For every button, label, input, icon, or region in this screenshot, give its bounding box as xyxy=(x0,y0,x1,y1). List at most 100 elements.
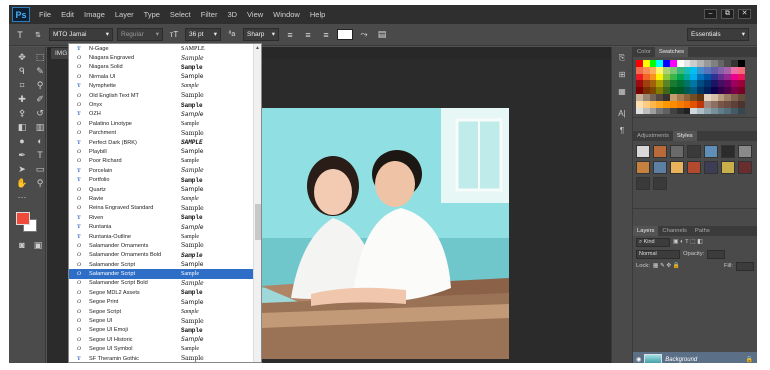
swatch[interactable] xyxy=(731,80,738,88)
swatch[interactable] xyxy=(710,93,718,101)
style-preset[interactable] xyxy=(653,145,667,159)
swatch[interactable] xyxy=(669,80,677,88)
swatch[interactable] xyxy=(683,107,691,115)
style-preset[interactable] xyxy=(738,161,752,175)
swatch[interactable] xyxy=(636,107,643,115)
properties-icon[interactable]: ⊞ xyxy=(615,69,629,81)
font-list-item[interactable]: O Segoe UI Sample xyxy=(69,316,261,325)
swatch[interactable] xyxy=(731,60,738,67)
swatch[interactable] xyxy=(642,100,650,108)
quick-mask-icon[interactable]: ◙ xyxy=(15,239,29,252)
swatch[interactable] xyxy=(717,93,725,101)
swatch[interactable] xyxy=(676,87,684,94)
font-list-item[interactable]: T Nymphette Sample xyxy=(69,82,261,91)
font-list-item[interactable]: T Runtania Sample xyxy=(69,222,261,231)
swatch[interactable] xyxy=(656,93,664,101)
antialias-field[interactable]: Sharp ▾ xyxy=(243,28,279,41)
style-preset[interactable] xyxy=(653,177,667,191)
swatch[interactable] xyxy=(683,73,691,81)
swatch[interactable] xyxy=(663,66,670,74)
move-tool-icon[interactable]: ✥ xyxy=(15,51,29,64)
swatch[interactable] xyxy=(724,87,732,94)
photo-canvas[interactable] xyxy=(261,108,509,359)
swatch[interactable] xyxy=(724,60,732,67)
font-list-item[interactable]: O Niagara Engraved Sample xyxy=(69,53,261,62)
swatch[interactable] xyxy=(710,100,718,108)
swatch[interactable] xyxy=(669,87,677,94)
paragraph-icon[interactable]: ¶ xyxy=(615,125,629,137)
swatch[interactable] xyxy=(710,80,718,88)
screen-mode-icon[interactable]: ▣ xyxy=(31,239,45,252)
healing-tool-icon[interactable]: ✚ xyxy=(15,93,29,106)
swatch[interactable] xyxy=(642,87,650,94)
swatch[interactable] xyxy=(737,93,745,101)
swatch[interactable] xyxy=(737,87,745,94)
swatch[interactable] xyxy=(697,73,704,81)
font-list-item[interactable]: O Segoe Print Sample xyxy=(69,298,261,307)
layer-background[interactable]: ◉ Background 🔒 xyxy=(633,352,757,363)
filter-icons[interactable]: ▣ ◐ T ⬚ ◧ xyxy=(673,239,703,245)
swatch[interactable] xyxy=(703,73,711,81)
style-preset[interactable] xyxy=(721,161,735,175)
style-preset[interactable] xyxy=(721,145,735,159)
swatch[interactable] xyxy=(703,100,711,108)
swatch[interactable] xyxy=(703,66,711,74)
font-list-item[interactable]: O Playbill Sample xyxy=(69,147,261,156)
swatch[interactable] xyxy=(663,60,670,67)
hand-tool-icon[interactable]: ✋ xyxy=(15,177,29,190)
menu-type[interactable]: Type xyxy=(139,10,165,19)
swatch[interactable] xyxy=(663,73,670,81)
swatch[interactable] xyxy=(656,80,664,88)
swatch[interactable] xyxy=(690,100,698,108)
eraser-tool-icon[interactable]: ◧ xyxy=(15,121,29,134)
font-list-item[interactable]: T OZH Sample xyxy=(69,110,261,119)
menu-layer[interactable]: Layer xyxy=(110,10,139,19)
font-list-item[interactable]: O Old English Text MT Sample xyxy=(69,91,261,100)
font-list-item[interactable]: O Parchment Sample xyxy=(69,129,261,138)
swatch[interactable] xyxy=(731,87,738,94)
swatch[interactable] xyxy=(710,60,718,67)
eyedropper-tool-icon[interactable]: ⚲ xyxy=(33,79,47,92)
swatch[interactable] xyxy=(737,66,745,74)
swatch[interactable] xyxy=(683,100,691,108)
crop-tool-icon[interactable]: ⌗ xyxy=(15,79,29,92)
font-list-item[interactable]: O Palatino Linotype Sample xyxy=(69,119,261,128)
actions-icon[interactable]: ▦ xyxy=(615,86,629,98)
swatch[interactable] xyxy=(737,107,745,115)
font-list-item[interactable]: O Segoe UI Historic Sample xyxy=(69,335,261,344)
font-list-item[interactable]: O Segoe MDL2 Assets Sample xyxy=(69,288,261,297)
swatch[interactable] xyxy=(724,93,732,101)
swatch[interactable] xyxy=(731,66,738,74)
swatch[interactable] xyxy=(656,66,664,74)
swatch[interactable] xyxy=(737,73,745,81)
tab-styles[interactable]: Styles xyxy=(672,131,697,142)
swatch[interactable] xyxy=(697,66,704,74)
font-list-item[interactable]: T N-Gage SAMPLE xyxy=(69,44,261,53)
swatch[interactable] xyxy=(636,80,643,88)
fill-field[interactable] xyxy=(736,261,754,271)
font-list-item[interactable]: O Salamander Ornaments Bold Sample xyxy=(69,251,261,260)
menu-select[interactable]: Select xyxy=(165,10,196,19)
swatch[interactable] xyxy=(690,60,698,67)
tab-channels[interactable]: Channels xyxy=(658,226,691,236)
menu-image[interactable]: Image xyxy=(79,10,110,19)
swatch[interactable] xyxy=(710,73,718,81)
foreground-color-swatch[interactable] xyxy=(16,212,30,225)
font-list-item[interactable]: O Ravie Sample xyxy=(69,194,261,203)
swatch[interactable] xyxy=(656,100,664,108)
font-dropdown-list[interactable]: T N-Gage SAMPLE O Niagara Engraved Sample O Nia… xyxy=(68,43,262,363)
style-preset[interactable] xyxy=(636,177,650,191)
shape-tool-icon[interactable]: ▭ xyxy=(33,163,47,176)
swatch[interactable] xyxy=(636,73,643,81)
font-list-item[interactable]: T SF Theramin Gothic Sample xyxy=(69,354,261,362)
font-list-item[interactable]: O Niagara Solid Sample xyxy=(69,63,261,72)
font-list-item[interactable]: O Poor Richard Sample xyxy=(69,157,261,166)
swatch[interactable] xyxy=(737,60,745,67)
font-list-item[interactable]: O Salamander Script Sample xyxy=(69,260,261,269)
swatch[interactable] xyxy=(642,80,650,88)
swatch[interactable] xyxy=(697,80,704,88)
font-size-field[interactable]: 36 pt ▾ xyxy=(185,28,221,41)
swatch[interactable] xyxy=(669,60,677,67)
swatch[interactable] xyxy=(703,93,711,101)
menu-edit[interactable]: Edit xyxy=(56,10,79,19)
